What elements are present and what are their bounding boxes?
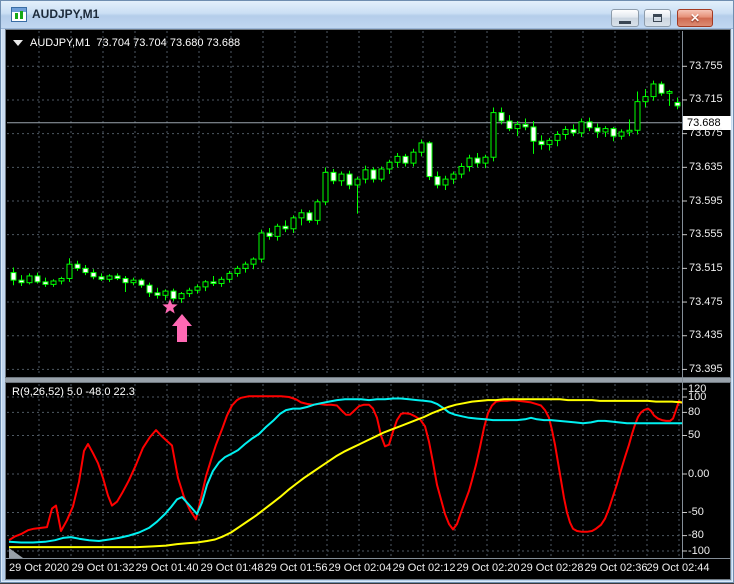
close-button[interactable]: ✕: [677, 9, 713, 27]
mt4-chart-window: AUDJPY,M1 ✕ AUDJPY,M1 73.704 73.704 73.6…: [0, 0, 734, 583]
oscillator-line-slow-yellow: [9, 398, 683, 549]
window-title: AUDJPY,M1: [32, 7, 100, 21]
chart-canvas[interactable]: [5, 29, 731, 580]
chart-client-area[interactable]: [5, 29, 731, 580]
signal-up-arrow-icon: [172, 314, 192, 342]
maximize-icon: [653, 14, 662, 22]
title-bar[interactable]: AUDJPY,M1 ✕: [1, 1, 733, 29]
minimize-icon: [619, 20, 631, 24]
oscillator-line-mid-cyan: [8, 397, 682, 544]
maximize-button[interactable]: [644, 9, 671, 27]
pane-resize-grip: [9, 548, 23, 558]
signal-star-icon: [162, 299, 178, 314]
chart-window-icon: [11, 7, 27, 22]
oscillator-line-fast-red: [8, 395, 683, 542]
close-icon: ✕: [689, 11, 701, 25]
minimize-button[interactable]: [611, 9, 639, 27]
